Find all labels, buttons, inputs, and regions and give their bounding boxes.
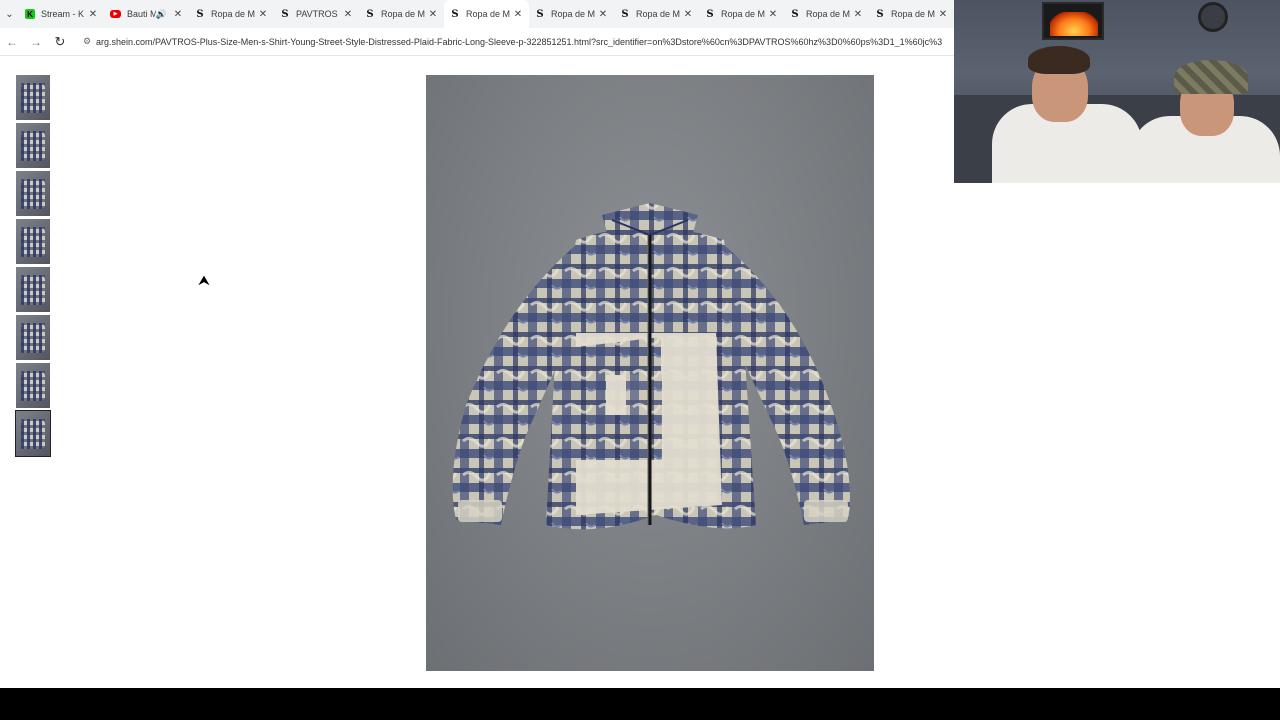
product-thumbnail[interactable] (16, 219, 50, 264)
site-settings-icon[interactable]: ⚙ (78, 36, 96, 47)
thumbnail-shirt-image (21, 227, 45, 257)
tab-close-icon[interactable]: ✕ (256, 9, 270, 20)
tab-title: PAVTROS (296, 9, 338, 19)
shein-favicon-icon: S (281, 8, 289, 20)
shein-favicon-icon: S (876, 8, 884, 20)
tab-close-icon[interactable]: ✕ (511, 9, 525, 20)
tab-close-icon[interactable]: ✕ (851, 9, 865, 20)
product-thumbnail[interactable] (16, 123, 50, 168)
kick-favicon-icon: K (25, 9, 35, 19)
thumbnail-gallery (15, 75, 51, 459)
shein-favicon-icon: S (791, 8, 799, 20)
product-thumbnail[interactable] (16, 267, 50, 312)
address-bar[interactable]: ⚙ arg.shein.com/PAVTROS-Plus-Size-Men-s-… (78, 31, 954, 53)
tab-close-icon[interactable]: ✕ (341, 9, 355, 20)
mouse-cursor-icon: ⮝ (198, 272, 210, 288)
product-thumbnail[interactable] (15, 410, 51, 457)
product-thumbnail[interactable] (16, 363, 50, 408)
tab-strip: ⌄ K Stream - K ✕ ▶ Bauti M 🔊 ✕ S Ropa de M ✕ S PAVT… (0, 0, 954, 28)
tab-close-icon[interactable]: ✕ (681, 9, 695, 20)
webcam-overlay (954, 0, 1280, 183)
tab-search-icon[interactable]: ⌄ (0, 0, 19, 28)
browser-tab[interactable]: S Ropa de M ✕ (359, 0, 444, 28)
shein-favicon-icon: S (706, 8, 714, 20)
back-arrow-icon[interactable]: ← (0, 35, 24, 49)
tab-title: Ropa de M (381, 9, 426, 19)
tab-close-icon[interactable]: ✕ (936, 9, 950, 20)
forward-arrow-icon[interactable]: → (24, 35, 48, 49)
tab-title: Ropa de M (551, 9, 596, 19)
tab-title: Bauti M (127, 9, 156, 19)
url-text[interactable]: arg.shein.com/PAVTROS-Plus-Size-Men-s-Sh… (96, 37, 942, 47)
shein-favicon-icon: S (536, 8, 544, 20)
product-main-image[interactable] (426, 75, 874, 671)
reload-icon[interactable]: ↻ (48, 34, 72, 50)
thumbnail-shirt-image (21, 83, 45, 113)
thumbnail-shirt-image (21, 371, 45, 401)
thumbnail-shirt-image (21, 275, 45, 305)
browser-tab[interactable]: S Ropa de M ✕ (869, 0, 954, 28)
tab-title: Ropa de M (806, 9, 851, 19)
browser-tab[interactable]: ▶ Bauti M 🔊 ✕ (104, 0, 189, 28)
fireplace-tv-image (1042, 2, 1104, 40)
tab-title: Ropa de M (211, 9, 256, 19)
wall-clock-icon (1198, 2, 1228, 32)
product-thumbnail[interactable] (16, 315, 50, 360)
product-thumbnail[interactable] (16, 75, 50, 120)
thumbnail-shirt-image (21, 131, 45, 161)
tab-audio-icon[interactable]: 🔊 (156, 9, 167, 20)
browser-tab[interactable]: S Ropa de M ✕ (699, 0, 784, 28)
tab-title: Ropa de M (721, 9, 766, 19)
shein-favicon-icon: S (621, 8, 629, 20)
browser-toolbar: ← → ↻ ⚙ arg.shein.com/PAVTROS-Plus-Size-… (0, 28, 954, 56)
tab-title: Ropa de M (636, 9, 681, 19)
tab-title: Stream - K (41, 9, 85, 19)
tab-close-icon[interactable]: ✕ (766, 9, 780, 20)
browser-tab[interactable]: S Ropa de M ✕ (529, 0, 614, 28)
tab-title: Ropa de M (466, 9, 511, 19)
tab-close-icon[interactable]: ✕ (171, 9, 185, 20)
browser-tab[interactable]: S Ropa de M ✕ (614, 0, 699, 28)
thumbnail-shirt-image (21, 419, 45, 449)
plaid-shirt-illustration (452, 203, 850, 530)
shein-favicon-icon: S (366, 8, 374, 20)
tab-close-icon[interactable]: ✕ (86, 9, 100, 20)
tab-close-icon[interactable]: ✕ (596, 9, 610, 20)
browser-tab[interactable]: S Ropa de M ✕ (444, 0, 529, 28)
youtube-favicon-icon: ▶ (110, 10, 121, 18)
browser-tab[interactable]: S PAVTROS ✕ (274, 0, 359, 28)
thumbnail-shirt-image (21, 179, 45, 209)
screen: ⌄ K Stream - K ✕ ▶ Bauti M 🔊 ✕ S Ropa de M ✕ S PAVT… (0, 0, 1280, 720)
browser-tab[interactable]: K Stream - K ✕ (19, 0, 104, 28)
shein-favicon-icon: S (196, 8, 204, 20)
tab-title: Ropa de M (891, 9, 936, 19)
browser-tab[interactable]: S Ropa de M ✕ (784, 0, 869, 28)
browser-tab[interactable]: S Ropa de M ✕ (189, 0, 274, 28)
thumbnail-shirt-image (21, 323, 45, 353)
tabs-container: K Stream - K ✕ ▶ Bauti M 🔊 ✕ S Ropa de M ✕ S PAVTRO… (19, 0, 954, 28)
product-thumbnail[interactable] (16, 171, 50, 216)
tab-close-icon[interactable]: ✕ (426, 9, 440, 20)
shein-favicon-icon: S (451, 8, 459, 20)
letterbox-bar (0, 688, 1280, 720)
